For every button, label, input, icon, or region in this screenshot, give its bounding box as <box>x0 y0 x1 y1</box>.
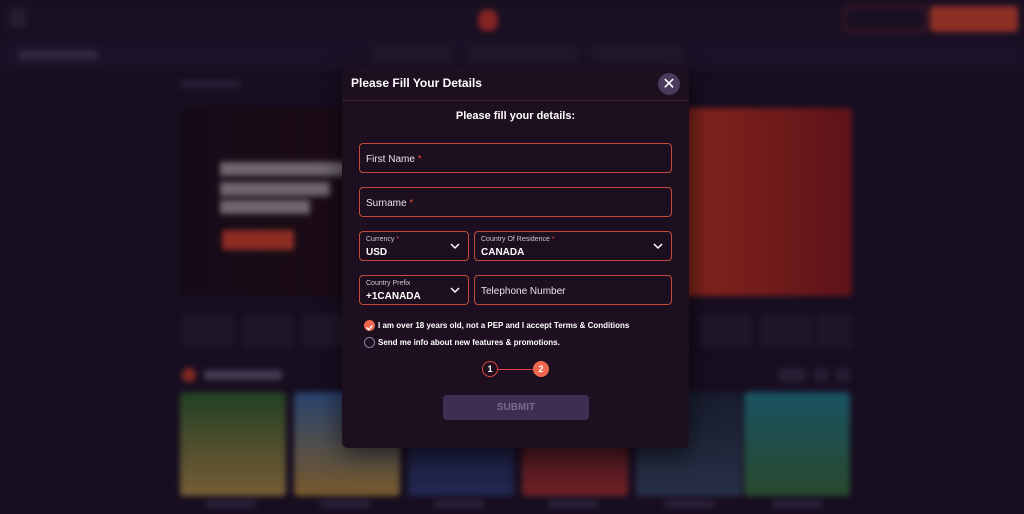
promotions-checkbox-label[interactable]: Send me info about new features & promot… <box>378 338 560 347</box>
step-2-indicator: 2 <box>533 361 549 377</box>
step-1-indicator: 1 <box>482 361 498 377</box>
surname-placeholder: Surname * <box>366 198 414 209</box>
first-name-placeholder: First Name * <box>366 154 422 165</box>
promotions-checkbox[interactable] <box>364 337 375 348</box>
telephone-placeholder: Telephone Number <box>481 286 566 297</box>
chevron-down-icon <box>450 243 460 250</box>
first-name-input[interactable]: First Name * <box>359 143 672 173</box>
country-prefix-value: +1CANADA <box>366 291 421 302</box>
surname-input[interactable]: Surname * <box>359 187 672 217</box>
terms-checkbox[interactable] <box>364 320 375 331</box>
chevron-down-icon <box>653 243 663 250</box>
currency-label: Currency * <box>366 236 400 243</box>
step-connector <box>498 369 533 370</box>
form-subtitle: Please fill your details: <box>455 110 576 122</box>
terms-checkbox-label[interactable]: I am over 18 years old, not a PEP and I … <box>378 321 629 330</box>
telephone-input[interactable]: Telephone Number <box>474 275 672 305</box>
country-value: CANADA <box>481 247 525 258</box>
country-prefix-label: Country Prefix <box>366 280 411 287</box>
currency-select[interactable]: Currency * USD <box>359 231 469 261</box>
close-icon: ✕ <box>662 74 676 93</box>
currency-value: USD <box>366 247 388 258</box>
close-button[interactable]: ✕ <box>658 73 680 95</box>
country-prefix-select[interactable]: Country Prefix +1CANADA <box>359 275 469 305</box>
country-label: Country Of Residence * <box>481 236 555 243</box>
chevron-down-icon <box>450 287 460 294</box>
modal-title: Please Fill Your Details <box>351 76 482 90</box>
submit-button[interactable]: SUBMIT <box>443 395 589 420</box>
country-of-residence-select[interactable]: Country Of Residence * CANADA <box>474 231 672 261</box>
checkmark-icon <box>366 325 374 331</box>
